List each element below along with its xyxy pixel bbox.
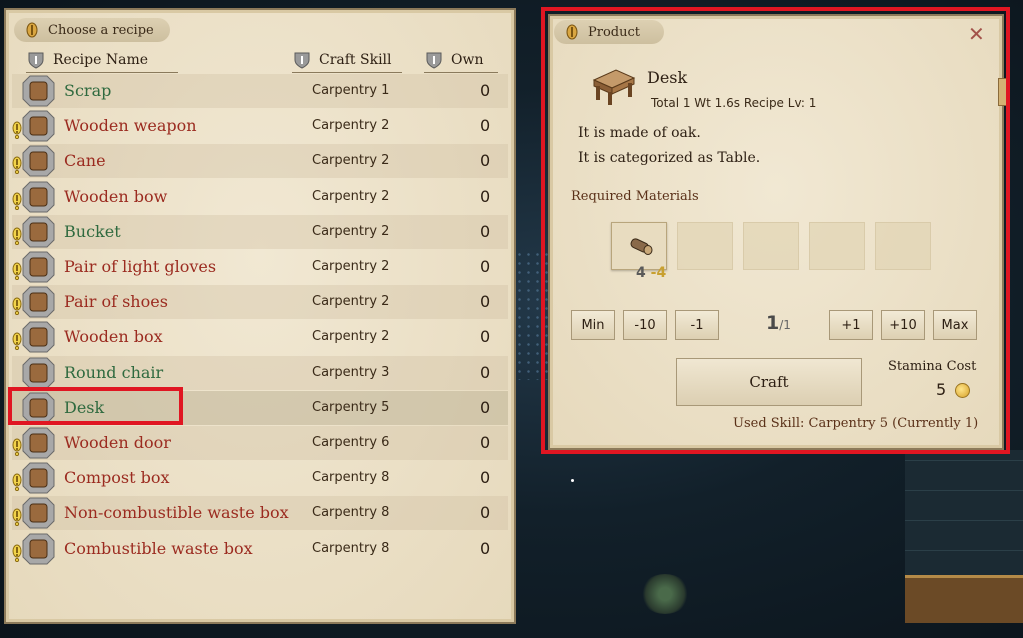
recipe-craft-skill: Carpentry 6 bbox=[312, 435, 390, 450]
recipe-name: Pair of shoes bbox=[64, 292, 168, 311]
warning-icon bbox=[12, 227, 22, 245]
recipe-name: Non-combustible waste box bbox=[64, 503, 289, 522]
recipe-own-count: 0 bbox=[480, 81, 491, 100]
recipe-own-count: 0 bbox=[480, 151, 491, 170]
warning-icon bbox=[12, 544, 22, 562]
product-panel-highlight bbox=[541, 7, 1010, 454]
recipe-craft-skill: Carpentry 3 bbox=[312, 365, 390, 380]
recipe-craft-skill: Carpentry 8 bbox=[312, 505, 390, 520]
warning-icon bbox=[12, 262, 22, 280]
recipe-craft-skill: Carpentry 2 bbox=[312, 118, 390, 133]
wooden-box-icon bbox=[22, 321, 55, 353]
noncombustible-box-icon bbox=[22, 497, 55, 529]
recipe-row[interactable]: Pair of shoes Carpentry 2 0 bbox=[12, 285, 508, 319]
pin-icon bbox=[26, 22, 38, 38]
recipe-own-count: 0 bbox=[480, 222, 491, 241]
recipe-craft-skill: Carpentry 5 bbox=[312, 400, 390, 415]
column-craft-skill-label: Craft Skill bbox=[319, 52, 392, 68]
recipe-row[interactable]: Pair of light gloves Carpentry 2 0 bbox=[12, 250, 508, 284]
compost-box-icon bbox=[22, 462, 55, 494]
column-craft-skill[interactable]: Craft Skill bbox=[292, 50, 402, 73]
recipe-own-count: 0 bbox=[480, 116, 491, 135]
warning-icon bbox=[12, 297, 22, 315]
wooden-bow-icon bbox=[22, 181, 55, 213]
column-recipe-name[interactable]: Recipe Name bbox=[26, 50, 178, 73]
recipe-name: Wooden bow bbox=[64, 187, 168, 206]
recipe-own-count: 0 bbox=[480, 539, 491, 558]
recipe-name: Wooden weapon bbox=[64, 116, 197, 135]
recipe-own-count: 0 bbox=[480, 433, 491, 452]
recipe-row[interactable]: Wooden bow Carpentry 2 0 bbox=[12, 180, 508, 214]
recipe-own-count: 0 bbox=[480, 363, 491, 382]
warning-icon bbox=[12, 332, 22, 350]
world-wooden-floor bbox=[905, 575, 1023, 623]
recipe-name: Bucket bbox=[64, 222, 121, 241]
recipe-row[interactable]: Bucket Carpentry 2 0 bbox=[12, 215, 508, 249]
scrap-icon bbox=[22, 75, 55, 107]
recipe-row[interactable]: Wooden box Carpentry 2 0 bbox=[12, 320, 508, 354]
recipe-craft-skill: Carpentry 2 bbox=[312, 294, 390, 309]
recipe-craft-skill: Carpentry 2 bbox=[312, 189, 390, 204]
gloves-icon bbox=[22, 251, 55, 283]
recipe-own-count: 0 bbox=[480, 398, 491, 417]
recipe-name: Scrap bbox=[64, 81, 112, 100]
cane-icon bbox=[22, 145, 55, 177]
recipe-craft-skill: Carpentry 1 bbox=[312, 83, 390, 98]
sort-icon bbox=[294, 52, 310, 69]
selected-recipe-highlight bbox=[8, 387, 183, 425]
sort-icon bbox=[28, 52, 44, 69]
warning-icon bbox=[12, 508, 22, 526]
recipe-own-count: 0 bbox=[480, 257, 491, 276]
column-own-label: Own bbox=[451, 52, 484, 68]
bucket-icon bbox=[22, 216, 55, 248]
recipe-name: Wooden door bbox=[64, 433, 171, 452]
column-recipe-name-label: Recipe Name bbox=[53, 52, 148, 68]
sort-icon bbox=[426, 52, 442, 69]
recipe-row[interactable]: Combustible waste box Carpentry 8 0 bbox=[12, 532, 508, 566]
recipe-own-count: 0 bbox=[480, 468, 491, 487]
warning-icon bbox=[12, 192, 22, 210]
recipe-panel-tab: Choose a recipe bbox=[14, 18, 170, 42]
recipe-craft-skill: Carpentry 2 bbox=[312, 153, 390, 168]
recipe-row[interactable]: Scrap Carpentry 1 0 bbox=[12, 74, 508, 108]
recipe-own-count: 0 bbox=[480, 503, 491, 522]
world-bush bbox=[640, 574, 690, 614]
recipe-row[interactable]: Round chair Carpentry 3 0 bbox=[12, 356, 508, 390]
recipe-name: Round chair bbox=[64, 363, 164, 382]
wooden-weapon-icon bbox=[22, 110, 55, 142]
combustible-box-icon bbox=[22, 533, 55, 565]
recipe-craft-skill: Carpentry 8 bbox=[312, 470, 390, 485]
recipe-craft-skill: Carpentry 2 bbox=[312, 259, 390, 274]
recipe-own-count: 0 bbox=[480, 187, 491, 206]
column-underline bbox=[292, 72, 402, 73]
recipe-row[interactable]: Non-combustible waste box Carpentry 8 0 bbox=[12, 496, 508, 530]
shoes-icon bbox=[22, 286, 55, 318]
recipe-own-count: 0 bbox=[480, 327, 491, 346]
recipe-row[interactable]: Compost box Carpentry 8 0 bbox=[12, 461, 508, 495]
recipe-row[interactable]: Wooden weapon Carpentry 2 0 bbox=[12, 109, 508, 143]
warning-icon bbox=[12, 121, 22, 139]
world-light bbox=[571, 479, 574, 482]
recipe-name: Compost box bbox=[64, 468, 170, 487]
wooden-door-icon bbox=[22, 427, 55, 459]
recipe-name: Combustible waste box bbox=[64, 539, 253, 558]
recipe-own-count: 0 bbox=[480, 292, 491, 311]
column-own[interactable]: Own bbox=[424, 50, 498, 73]
recipe-name: Wooden box bbox=[64, 327, 163, 346]
column-underline bbox=[26, 72, 178, 73]
warning-icon bbox=[12, 473, 22, 491]
recipe-name: Cane bbox=[64, 151, 106, 170]
recipe-name: Pair of light gloves bbox=[64, 257, 217, 276]
column-underline bbox=[424, 72, 498, 73]
warning-icon bbox=[12, 438, 22, 456]
recipe-row[interactable]: Wooden door Carpentry 6 0 bbox=[12, 426, 508, 460]
recipe-craft-skill: Carpentry 8 bbox=[312, 541, 390, 556]
recipe-craft-skill: Carpentry 2 bbox=[312, 224, 390, 239]
warning-icon bbox=[12, 156, 22, 174]
round-chair-icon bbox=[22, 357, 55, 389]
recipe-row[interactable]: Cane Carpentry 2 0 bbox=[12, 144, 508, 178]
recipe-craft-skill: Carpentry 2 bbox=[312, 329, 390, 344]
recipe-panel-title: Choose a recipe bbox=[48, 22, 154, 38]
